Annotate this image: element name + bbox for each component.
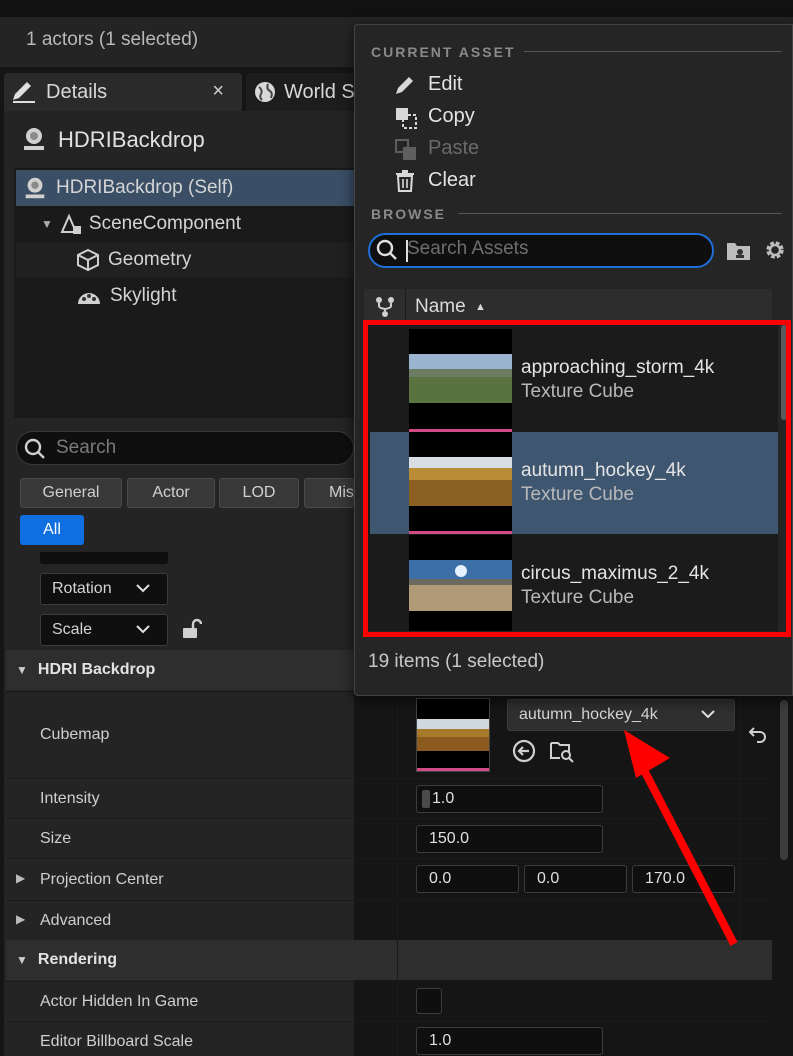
browse-header: BROWSE [371, 206, 446, 222]
tab-world-settings[interactable]: World S [246, 73, 366, 111]
filter-general[interactable]: General [20, 478, 122, 508]
header-divider [524, 51, 782, 52]
skylight-icon [76, 286, 102, 306]
copy-menu-item[interactable]: Copy [428, 105, 475, 128]
chevron-right-icon: ▶ [16, 912, 26, 926]
top-strip [0, 0, 793, 17]
projection-x-value: 0.0 [429, 870, 452, 887]
scale-dropdown[interactable]: Scale [40, 614, 168, 646]
advanced-label: Advanced [40, 912, 112, 929]
chevron-right-icon: ▶ [16, 871, 26, 885]
size-label: Size [40, 830, 72, 847]
filter-all[interactable]: All [20, 515, 84, 545]
intensity-field[interactable]: 1.0 [416, 785, 603, 813]
cubemap-thumbnail[interactable] [416, 698, 490, 772]
annotation-highlight-box [363, 320, 791, 637]
billboard-scale-label: Editor Billboard Scale [40, 1033, 193, 1050]
search-icon [24, 438, 46, 465]
actor-hidden-label: Actor Hidden In Game [40, 993, 199, 1010]
property-row-actor-hidden: Actor Hidden In Game [6, 981, 772, 1021]
browse-divider [458, 213, 782, 214]
actor-hidden-checkbox[interactable] [416, 988, 442, 1014]
name-column-header[interactable]: Name ▲ [415, 296, 486, 318]
component-label: Geometry [108, 249, 192, 270]
trash-icon [395, 170, 415, 197]
use-selected-icon[interactable] [512, 739, 536, 768]
column-divider [397, 691, 398, 1056]
paste-icon [394, 138, 418, 167]
reset-arrow-icon[interactable] [748, 724, 768, 749]
component-item-geometry[interactable]: Geometry [16, 242, 354, 278]
actor-name: HDRIBackdrop [58, 127, 205, 152]
edit-menu-item[interactable]: Edit [428, 73, 462, 96]
details-search-placeholder: Search [56, 437, 117, 458]
annotation-arrow [624, 730, 738, 946]
filter-lod[interactable]: LOD [219, 478, 299, 508]
details-scrollbar[interactable] [780, 700, 788, 860]
copy-icon [394, 106, 418, 135]
source-control-icon[interactable] [374, 296, 396, 323]
section-title: HDRI Backdrop [37, 661, 156, 678]
edit-icon [394, 74, 416, 101]
scale-label: Scale [52, 621, 93, 638]
component-item-scene[interactable]: ▼ SceneComponent [16, 206, 354, 242]
billboard-scale-value: 1.0 [429, 1032, 452, 1049]
cubemap-label: Cubemap [40, 726, 110, 743]
size-field[interactable]: 150.0 [416, 825, 603, 853]
chevron-down-icon: ▼ [41, 217, 53, 231]
projection-y-value: 0.0 [537, 870, 560, 887]
tab-world-label: World S [284, 80, 355, 103]
gear-icon[interactable] [763, 238, 787, 267]
close-icon[interactable]: × [212, 80, 224, 103]
component-label: HDRIBackdrop (Self) [56, 177, 234, 198]
component-label: Skylight [110, 285, 177, 306]
property-row-billboard-scale: Editor Billboard Scale [6, 1021, 772, 1056]
actors-status-text: 1 actors (1 selected) [26, 29, 199, 50]
rotation-label: Rotation [52, 580, 112, 597]
unlock-icon[interactable] [180, 618, 203, 645]
size-value: 150.0 [429, 830, 470, 847]
component-item-skylight[interactable]: Skylight [16, 278, 354, 314]
projection-center-x[interactable]: 0.0 [416, 865, 519, 893]
paste-menu-item: Paste [428, 137, 480, 159]
scene-component-icon [59, 212, 83, 236]
sort-ascending-icon: ▲ [474, 301, 486, 313]
clear-menu-item[interactable]: Clear [428, 169, 476, 192]
edit-pencil-icon [10, 80, 38, 104]
filter-misc[interactable]: Mis [304, 478, 354, 508]
truncated-field [40, 552, 168, 564]
actor-icon [22, 175, 48, 201]
globe-icon [254, 81, 276, 103]
search-icon [376, 239, 398, 266]
tab-details[interactable]: Details × [4, 73, 242, 111]
intensity-label: Intensity [40, 790, 100, 807]
actor-icon [20, 125, 48, 158]
billboard-scale-field[interactable]: 1.0 [416, 1027, 603, 1055]
chevron-down-icon: ▼ [16, 953, 28, 967]
chevron-down-icon [135, 621, 151, 642]
filter-actor[interactable]: Actor [127, 478, 215, 508]
asset-search-placeholder: Search Assets [407, 238, 529, 259]
folder-icon[interactable] [726, 240, 752, 267]
chevron-down-icon [135, 580, 151, 601]
browse-folder-icon[interactable] [549, 738, 575, 769]
current-asset-header: CURRENT ASSET [371, 44, 516, 60]
chevron-down-icon: ▼ [16, 663, 28, 677]
component-label: SceneComponent [88, 213, 241, 234]
section-title: Rendering [37, 951, 118, 968]
cube-icon [76, 248, 100, 272]
component-item-self[interactable]: HDRIBackdrop (Self) [16, 170, 354, 206]
items-count: 19 items (1 selected) [368, 651, 545, 672]
rotation-dropdown[interactable]: Rotation [40, 573, 168, 605]
intensity-value: 1.0 [432, 790, 455, 807]
projection-center-label: Projection Center [40, 871, 164, 888]
tab-details-label: Details [46, 80, 108, 103]
intensity-slider-handle [422, 790, 430, 808]
name-column-label: Name [415, 296, 466, 317]
